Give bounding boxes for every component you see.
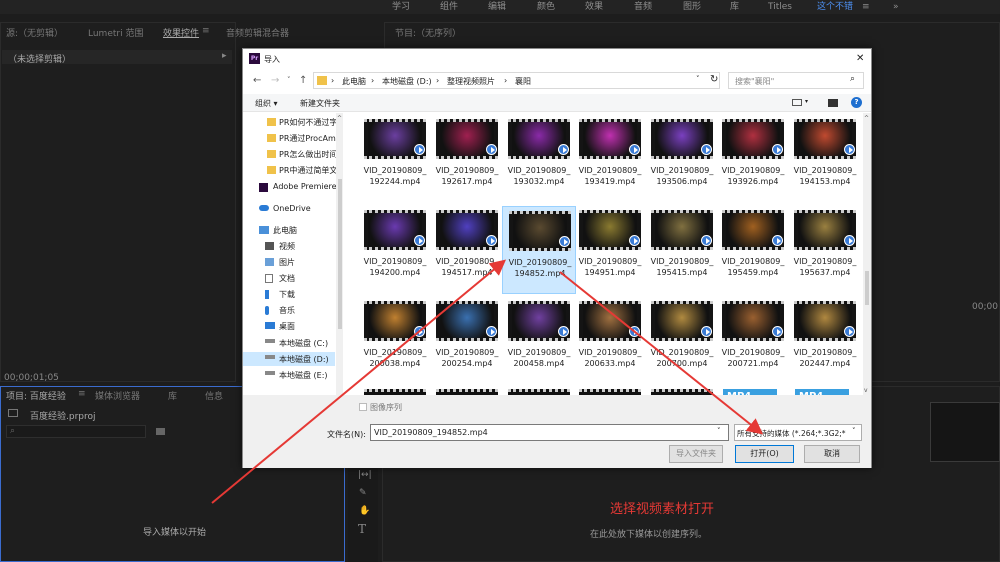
- arrow-to-file: [211, 259, 507, 504]
- annotation-arrows: [211, 259, 764, 504]
- arrow-to-open-button: [559, 271, 764, 435]
